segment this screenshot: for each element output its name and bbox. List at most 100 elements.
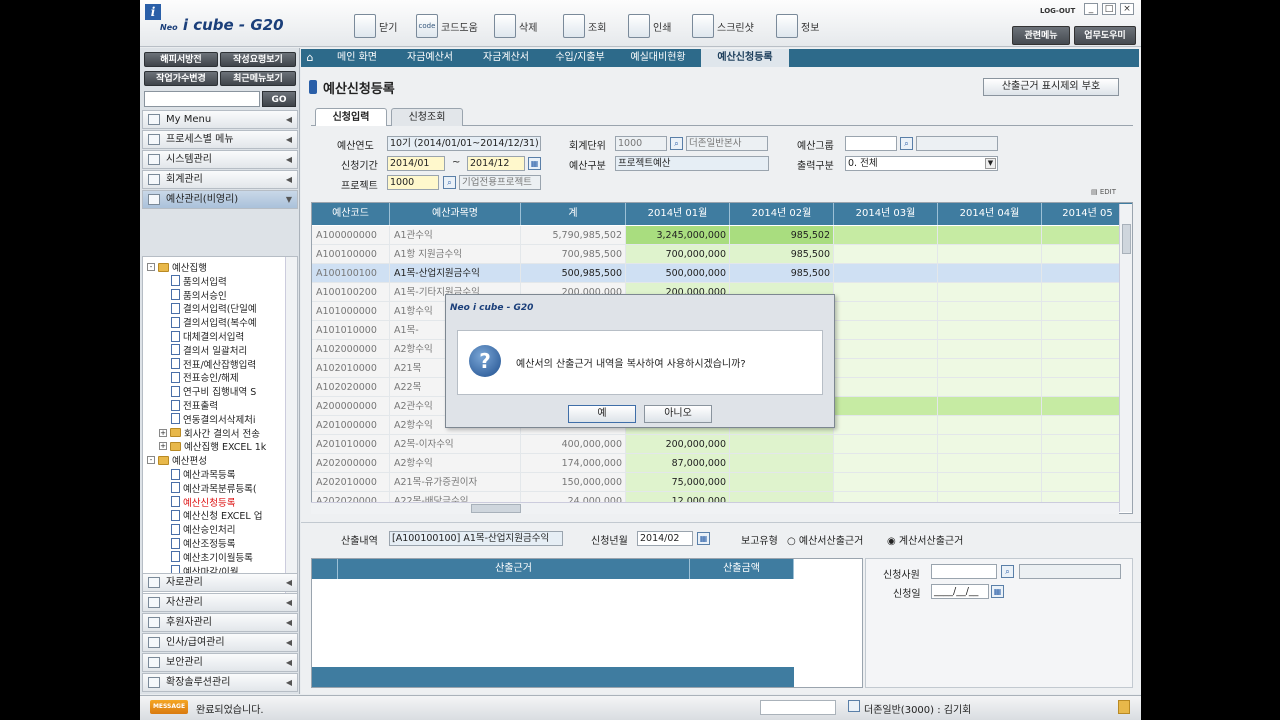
grid-cell[interactable]: 985,500 <box>730 245 834 264</box>
toolbar-button-4[interactable]: 인쇄 <box>628 12 671 40</box>
grid-cell[interactable]: A100100200 <box>312 283 390 302</box>
expand-icon[interactable]: + <box>159 428 167 437</box>
grid-header[interactable]: 2014년 01월 <box>626 203 730 225</box>
tree-node[interactable]: 예산과목등록 <box>171 467 235 481</box>
tree-node[interactable]: 예산승인처리 <box>171 522 235 536</box>
unit-search-icon[interactable]: ⌕ <box>670 137 683 150</box>
tree-node[interactable]: 연구비 집행내역 S <box>171 384 256 398</box>
grid-cell[interactable] <box>834 473 938 492</box>
grid-cell[interactable]: A1관수익 <box>390 226 521 245</box>
toolbar-button-5[interactable]: 스크린샷 <box>692 12 754 40</box>
grid-cell[interactable] <box>938 264 1042 283</box>
grid-cell[interactable] <box>834 302 938 321</box>
grid-header[interactable]: 예산코드 <box>312 203 390 225</box>
table-row[interactable]: A100000000 A1관수익 5,790,985,502 3,245,000,00… <box>312 226 1132 245</box>
table-row[interactable]: A100100000 A1항 지원금수익 700,985,500 700,000,0… <box>312 245 1132 264</box>
grid-cell[interactable] <box>834 321 938 340</box>
grid-cell[interactable] <box>938 397 1042 416</box>
radio-budget-basis[interactable]: ○ 예산서산출근거 <box>787 532 863 547</box>
sidebar-menu-item[interactable]: 자로관리 ◀ <box>142 573 298 592</box>
exclude-basis-button[interactable]: 산출근거 표시제외 부호 <box>983 78 1119 96</box>
table-row[interactable]: A201010000 A2목-이자수익 400,000,000 200,000,00… <box>312 435 1132 454</box>
grid-cell[interactable]: 87,000,000 <box>626 454 730 473</box>
grid-cell[interactable]: A202010000 <box>312 473 390 492</box>
grid-cell[interactable] <box>938 416 1042 435</box>
menu-search-input[interactable] <box>144 91 260 107</box>
toolbar-button-2[interactable]: 삭제 <box>494 12 537 40</box>
sidebar-menu-item[interactable]: 인사/급여관리 ◀ <box>142 633 298 652</box>
grid-header[interactable]: 2014년 04월 <box>938 203 1042 225</box>
tree-node[interactable]: 결의서입력(복수예 <box>171 315 257 329</box>
tree-node[interactable]: 예산초기이월등록 <box>171 550 253 564</box>
maximize-icon[interactable]: □ <box>1102 3 1116 15</box>
tree-node[interactable]: + 회사간 결의서 전송 <box>159 426 260 440</box>
toolbar-button-1[interactable]: code 코드도움 <box>416 12 478 40</box>
collapse-icon[interactable]: - <box>147 263 155 271</box>
sidebar-menu-item[interactable]: 후원자관리 ◀ <box>142 613 298 632</box>
group-search-icon[interactable]: ⌕ <box>900 137 913 150</box>
home-icon[interactable]: ⌂ <box>303 49 317 67</box>
grid-cell[interactable]: 3,245,000,000 <box>626 226 730 245</box>
grid-cell[interactable]: 700,985,500 <box>521 245 626 264</box>
grid-cell[interactable]: A21목-유가증권이자 <box>390 473 521 492</box>
sidebar-menu-item[interactable]: My Menu ◀ <box>142 110 298 129</box>
lock-icon[interactable] <box>1118 700 1130 714</box>
grid-cell[interactable] <box>938 454 1042 473</box>
grid-cell[interactable]: 500,000,000 <box>626 264 730 283</box>
grid-cell[interactable]: 985,500 <box>730 264 834 283</box>
toolbar-button-0[interactable]: 닫기 <box>354 12 397 40</box>
grid-cell[interactable]: A2항수익 <box>390 454 521 473</box>
month-field[interactable]: 2014/02 <box>637 531 693 546</box>
tab-item[interactable]: 자금예산서 <box>393 49 467 67</box>
tree-node[interactable]: 전표출력 <box>171 398 218 412</box>
project-code-field[interactable]: 1000 <box>387 175 439 190</box>
output-select[interactable]: 0. 전체 ▼ <box>845 156 998 171</box>
grid-cell[interactable]: A1목-산업지원금수익 <box>390 264 521 283</box>
grid-cell[interactable] <box>730 454 834 473</box>
table-row[interactable]: A202000000 A2항수익 174,000,000 87,000,000 <box>312 454 1132 473</box>
date-field[interactable]: ____/__/__ <box>931 584 989 599</box>
grid-cell[interactable] <box>938 359 1042 378</box>
tree-node[interactable]: 전표/예산잡행입력 <box>171 357 256 371</box>
grid-cell[interactable]: 700,000,000 <box>626 245 730 264</box>
grid-cell[interactable] <box>834 378 938 397</box>
radio-calc-basis[interactable]: ◉ 계산서산출근거 <box>887 532 963 547</box>
grid-cell[interactable] <box>834 245 938 264</box>
grid-cell[interactable]: A200000000 <box>312 397 390 416</box>
tree-node[interactable]: 예산과목분류등록( <box>171 481 257 495</box>
grid-cell[interactable]: A102010000 <box>312 359 390 378</box>
grid-cell[interactable] <box>834 454 938 473</box>
grid-cell[interactable] <box>834 359 938 378</box>
grid-cell[interactable]: A101000000 <box>312 302 390 321</box>
logout-link[interactable]: LOG-OUT <box>1040 7 1075 15</box>
tree-scrollbar[interactable] <box>285 257 297 605</box>
group-field[interactable] <box>845 136 897 151</box>
grid-cell[interactable] <box>938 245 1042 264</box>
tab-item[interactable]: 예산신청등록 <box>701 49 789 67</box>
grid-cell[interactable] <box>834 340 938 359</box>
yes-button[interactable]: 예 <box>568 405 636 423</box>
grid-cell[interactable]: A202000000 <box>312 454 390 473</box>
tree-node[interactable]: 대체결의서입력 <box>171 329 244 343</box>
work-help-button[interactable]: 업무도우미 <box>1074 26 1136 45</box>
toolbar-button-6[interactable]: 정보 <box>776 12 819 40</box>
month-calendar-icon[interactable]: ▦ <box>697 532 710 545</box>
date-calendar-icon[interactable]: ▦ <box>991 585 1004 598</box>
tab-item[interactable]: 메인 화면 <box>321 49 393 67</box>
no-button[interactable]: 아니오 <box>644 405 712 423</box>
table-settings-icon[interactable] <box>312 559 338 579</box>
sidebar-menu-item[interactable]: 확장솔루션관리 ◀ <box>142 673 298 692</box>
grid-cell[interactable]: 400,000,000 <box>521 435 626 454</box>
grid-header[interactable]: 예산과목명 <box>390 203 521 225</box>
tree-node[interactable]: 결의서입력(단일예 <box>171 301 257 315</box>
grid-cell[interactable]: A201000000 <box>312 416 390 435</box>
grid-cell[interactable]: 174,000,000 <box>521 454 626 473</box>
grid-cell[interactable]: A102020000 <box>312 378 390 397</box>
tab-inquiry[interactable]: 신청조회 <box>391 108 463 126</box>
close-icon[interactable]: × <box>1120 3 1134 15</box>
grid-cell[interactable]: 5,790,985,502 <box>521 226 626 245</box>
grid-cell[interactable] <box>730 435 834 454</box>
grid-hscroll[interactable] <box>311 502 1119 514</box>
grid-cell[interactable]: 75,000,000 <box>626 473 730 492</box>
sidebar-menu-item[interactable]: 회계관리 ◀ <box>142 170 298 189</box>
